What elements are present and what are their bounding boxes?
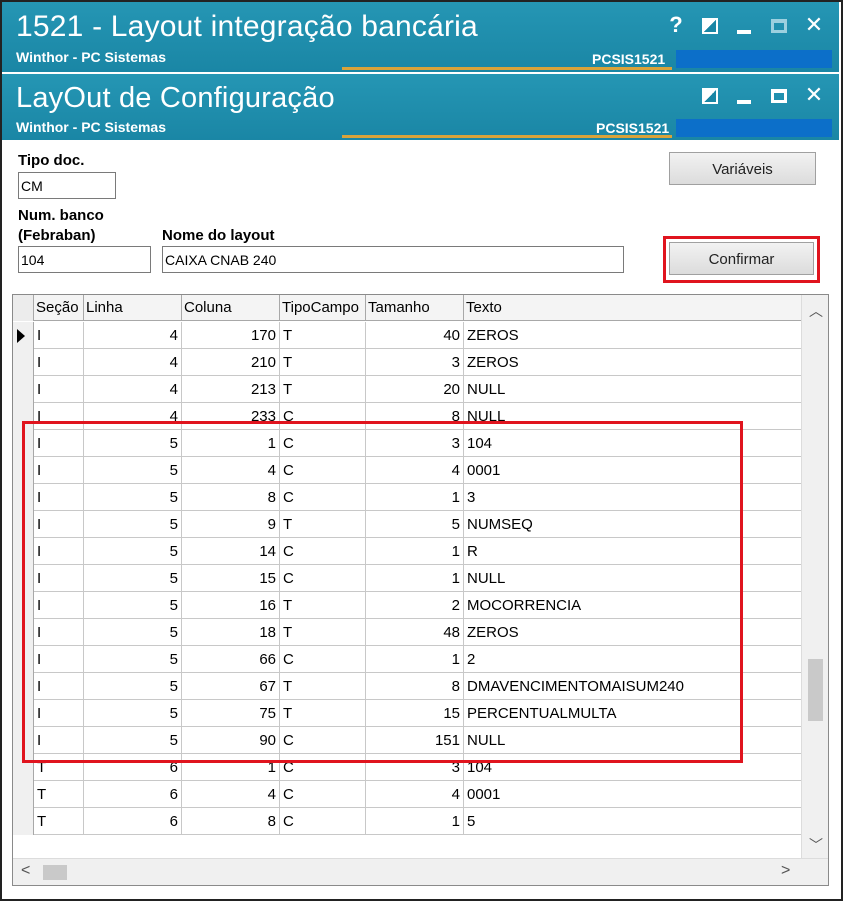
dialog-status-bar <box>676 119 832 137</box>
dialog-subtitle: Winthor - PC Sistemas <box>16 119 167 135</box>
rows-highlight <box>22 421 743 763</box>
restore-half-icon[interactable] <box>697 12 723 38</box>
cell-tamanho[interactable]: 1 <box>366 808 464 835</box>
maximize-icon[interactable] <box>766 12 792 38</box>
cell-tamanho[interactable]: 3 <box>366 349 464 376</box>
cell-linha[interactable]: 6 <box>84 808 182 835</box>
cell-secao[interactable]: I <box>34 349 84 376</box>
cell-coluna[interactable]: 4 <box>182 781 280 808</box>
cell-secao[interactable]: T <box>34 781 84 808</box>
cell-texto[interactable]: ZEROS <box>464 349 802 376</box>
scroll-right-icon[interactable]: > <box>781 862 790 880</box>
row-indicator[interactable] <box>13 349 34 376</box>
current-row-arrow-icon <box>17 329 25 343</box>
cell-secao[interactable]: I <box>34 376 84 403</box>
confirmar-button[interactable]: Confirmar <box>669 242 814 275</box>
horizontal-scroll-thumb[interactable] <box>43 865 67 880</box>
tipo-doc-field[interactable]: CM <box>18 172 116 199</box>
dialog-close-icon[interactable]: ✕ <box>801 82 827 108</box>
table-row[interactable]: T68C15 <box>13 808 802 835</box>
table-row[interactable]: T 6 4 C 4 0001 <box>13 781 802 808</box>
title-status-bar <box>676 50 832 68</box>
scroll-down-icon[interactable]: ﹀ <box>809 835 823 855</box>
close-icon[interactable]: ✕ <box>801 12 827 38</box>
cell-tipocampo[interactable]: T <box>280 376 366 403</box>
row-indicator[interactable] <box>13 808 34 835</box>
num-banco-field[interactable]: 104 <box>18 246 151 273</box>
cell-secao[interactable]: T <box>34 808 84 835</box>
header-secao[interactable]: Seção <box>34 295 84 321</box>
dialog-maximize-icon[interactable] <box>766 82 792 108</box>
table-row[interactable]: I 4 210 T 3 ZEROS <box>13 349 802 376</box>
cell-tipocampo[interactable]: T <box>280 322 366 349</box>
dialog-restore-half-icon[interactable] <box>697 82 723 108</box>
cell-linha[interactable]: 6 <box>84 781 182 808</box>
minimize-icon[interactable] <box>731 12 757 38</box>
scroll-up-icon[interactable]: ︿ <box>809 301 823 321</box>
vertical-scroll-thumb[interactable] <box>808 659 823 721</box>
cell-coluna[interactable]: 210 <box>182 349 280 376</box>
main-window-subtitle: Winthor - PC Sistemas <box>16 49 167 65</box>
cell-tamanho[interactable]: 40 <box>366 322 464 349</box>
cell-tipocampo[interactable]: T <box>280 349 366 376</box>
tipo-doc-label: Tipo doc. <box>18 152 85 169</box>
cell-texto[interactable]: 0001 <box>464 781 802 808</box>
main-title-bar[interactable]: 1521 - Layout integração bancária Wintho… <box>2 2 839 72</box>
nome-layout-field[interactable]: CAIXA CNAB 240 <box>162 246 624 273</box>
cell-coluna[interactable]: 8 <box>182 808 280 835</box>
variaveis-button[interactable]: Variáveis <box>669 152 816 185</box>
cell-tamanho[interactable]: 4 <box>366 781 464 808</box>
dialog-minimize-icon[interactable] <box>731 82 757 108</box>
cell-texto[interactable]: 5 <box>464 808 802 835</box>
cell-linha[interactable]: 4 <box>84 322 182 349</box>
header-texto[interactable]: Texto <box>464 295 802 321</box>
cell-coluna[interactable]: 170 <box>182 322 280 349</box>
vertical-scrollbar[interactable]: ︿ ﹀ <box>801 295 828 858</box>
table-row[interactable]: I 4 170 T 40 ZEROS <box>13 322 802 349</box>
header-linha[interactable]: Linha <box>84 295 182 321</box>
grid-header: Seção Linha Coluna TipoCampo Tamanho Tex… <box>13 295 802 321</box>
title-accent-line <box>342 67 672 70</box>
main-window-code: PCSIS1521 <box>592 51 666 67</box>
cell-tamanho[interactable]: 20 <box>366 376 464 403</box>
horizontal-scrollbar[interactable]: < > <box>13 858 828 885</box>
cell-tipocampo[interactable]: C <box>280 808 366 835</box>
cell-coluna[interactable]: 213 <box>182 376 280 403</box>
dialog-code: PCSIS1521 <box>596 120 670 136</box>
dialog-title-bar[interactable]: LayOut de Configuração Winthor - PC Sist… <box>2 74 839 140</box>
nome-layout-label: Nome do layout <box>162 227 275 244</box>
num-banco-label: Num. banco <box>18 207 104 224</box>
table-row[interactable]: I 4 213 T 20 NULL <box>13 376 802 403</box>
febraban-label: (Febraban) <box>18 227 96 244</box>
dialog-title: LayOut de Configuração <box>16 82 335 114</box>
cell-linha[interactable]: 4 <box>84 376 182 403</box>
cell-texto[interactable]: NULL <box>464 376 802 403</box>
header-tamanho[interactable]: Tamanho <box>366 295 464 321</box>
row-indicator[interactable] <box>13 376 34 403</box>
cell-texto[interactable]: ZEROS <box>464 322 802 349</box>
header-coluna[interactable]: Coluna <box>182 295 280 321</box>
cell-tipocampo[interactable]: C <box>280 781 366 808</box>
header-indicator <box>13 295 34 321</box>
cell-secao[interactable]: I <box>34 322 84 349</box>
help-icon[interactable]: ? <box>663 12 689 38</box>
cell-linha[interactable]: 4 <box>84 349 182 376</box>
form-panel: Tipo doc. CM Num. banco (Febraban) 104 N… <box>10 144 831 292</box>
row-indicator[interactable] <box>13 781 34 808</box>
row-indicator[interactable] <box>13 322 34 349</box>
header-tipocampo[interactable]: TipoCampo <box>280 295 366 321</box>
main-window-title: 1521 - Layout integração bancária <box>16 10 478 43</box>
scroll-left-icon[interactable]: < <box>21 862 30 880</box>
